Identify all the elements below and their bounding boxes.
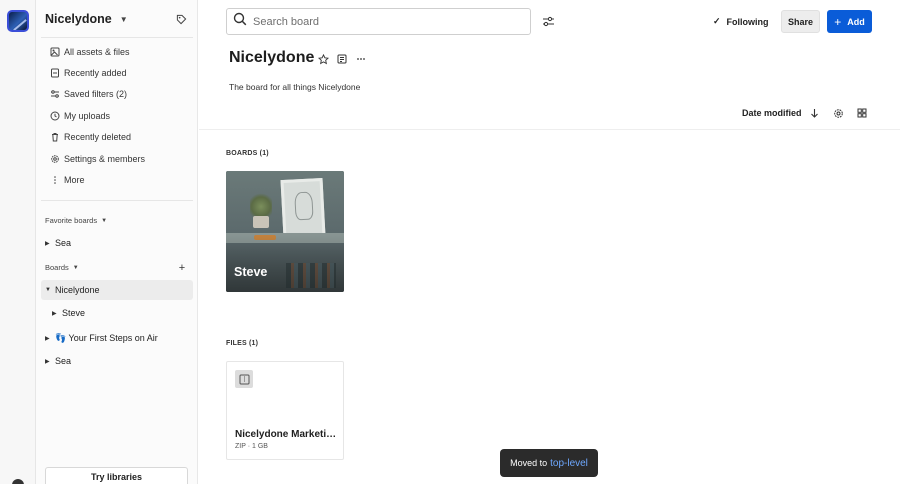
nav-my-uploads[interactable]: My uploads <box>41 106 193 126</box>
add-button[interactable]: + Add <box>827 10 872 33</box>
file-card[interactable]: Nicelydone Marketing Assets ZIP · 1 GB <box>226 361 344 460</box>
board-item-sea[interactable]: ▶ Sea <box>45 351 193 371</box>
help-icon[interactable] <box>12 479 24 484</box>
trash-icon <box>49 132 60 143</box>
add-label: Add <box>847 16 865 27</box>
content-divider <box>199 129 900 130</box>
search-icon <box>233 12 247 31</box>
recent-added-icon <box>49 68 60 79</box>
chevron-down-icon: ▼ <box>72 264 79 271</box>
favorite-boards-label: Favorite boards <box>45 216 98 225</box>
arrow-down-icon[interactable] <box>808 107 820 119</box>
sidebar-divider <box>41 37 193 38</box>
file-name: Nicelydone Marketing Assets <box>235 429 341 440</box>
filter-sliders-icon[interactable] <box>540 13 556 29</box>
sidebar-header[interactable]: Nicelydone ▼ <box>45 8 189 30</box>
workspace-logo[interactable] <box>7 10 29 32</box>
file-meta: ZIP · 1 GB <box>235 443 268 450</box>
try-libraries-button[interactable]: Try libraries <box>45 467 188 484</box>
tree-label: Sea <box>55 356 72 366</box>
tree-label: Sea <box>55 238 72 248</box>
caret-right-icon[interactable]: ▶ <box>45 240 55 247</box>
clock-icon <box>49 111 60 122</box>
nav-label: Settings & members <box>64 154 146 164</box>
sidebar: Nicelydone ▼ All assets & files Recently… <box>36 0 198 484</box>
star-icon[interactable] <box>317 53 329 65</box>
plus-icon: + <box>834 14 842 29</box>
tree-label: 👣 Your First Steps on Air <box>55 332 158 343</box>
nav-all-assets[interactable]: All assets & files <box>41 42 193 62</box>
nav-settings-members[interactable]: Settings & members <box>41 149 193 169</box>
search-bar[interactable] <box>226 8 531 35</box>
chevron-down-icon: ▼ <box>101 217 108 224</box>
nav-saved-filters[interactable]: Saved filters (2) <box>41 84 193 104</box>
board-item-steve[interactable]: ▶ Steve <box>52 303 193 323</box>
caret-right-icon[interactable]: ▶ <box>45 335 55 342</box>
following-button[interactable]: ✓ Following <box>713 10 769 33</box>
page-title: Nicelydone <box>229 49 315 66</box>
boards-section-header: BOARDS (1) <box>226 150 269 157</box>
checkmark-icon: ✓ <box>713 16 721 26</box>
caret-down-icon[interactable]: ▼ <box>45 287 55 293</box>
board-card-steve[interactable]: Steve <box>226 171 344 292</box>
sort-dropdown[interactable]: Date modified <box>742 108 802 118</box>
chevron-down-icon: ▼ <box>119 14 128 24</box>
board-item-first-steps[interactable]: ▶ 👣 Your First Steps on Air <box>45 328 193 348</box>
nav-label: Recently added <box>64 68 127 78</box>
board-card-title: Steve <box>234 265 268 279</box>
nav-label: Saved filters (2) <box>64 89 128 99</box>
search-input[interactable] <box>253 15 513 28</box>
toast-link[interactable]: top-level <box>550 458 588 469</box>
favorite-item-sea[interactable]: ▶ Sea <box>45 233 193 253</box>
nav-recently-added[interactable]: Recently added <box>41 63 193 83</box>
grid-view-icon[interactable] <box>856 107 868 119</box>
nav-label: More <box>64 175 85 185</box>
boards-label: Boards <box>45 263 69 272</box>
tag-icon[interactable] <box>173 11 189 27</box>
tree-label: Steve <box>62 308 86 318</box>
caret-right-icon[interactable]: ▶ <box>52 310 62 317</box>
more-horizontal-icon[interactable] <box>355 53 367 65</box>
board-description-icon[interactable] <box>336 53 348 65</box>
tree-label: Nicelydone <box>55 285 100 295</box>
board-item-nicelydone[interactable]: ▼ Nicelydone <box>41 280 193 300</box>
sidebar-divider <box>41 200 193 201</box>
nav-recently-deleted[interactable]: Recently deleted <box>41 127 193 147</box>
following-label: Following <box>726 16 769 27</box>
assets-icon <box>49 47 60 58</box>
saved-filters-icon <box>49 89 60 100</box>
nav-more[interactable]: More <box>41 170 193 190</box>
gear-icon <box>49 154 60 165</box>
workspace-name: Nicelydone <box>45 12 112 26</box>
more-vertical-icon <box>49 175 60 186</box>
files-section-header: FILES (1) <box>226 340 259 347</box>
favorite-boards-header[interactable]: Favorite boards ▼ <box>45 216 107 225</box>
add-board-icon[interactable]: + <box>176 262 188 274</box>
nav-label: My uploads <box>64 111 111 121</box>
boards-header[interactable]: Boards ▼ <box>45 263 79 272</box>
toast-text: Moved to <box>510 458 548 468</box>
caret-right-icon[interactable]: ▶ <box>45 358 55 365</box>
nav-label: All assets & files <box>64 47 130 57</box>
nav-label: Recently deleted <box>64 132 132 142</box>
zip-file-icon <box>235 370 253 388</box>
toast-notification: Moved to top-level <box>500 449 598 477</box>
board-description: The board for all things Nicelydone <box>229 82 361 92</box>
workspace-rail <box>0 0 36 484</box>
share-button[interactable]: Share <box>781 10 820 33</box>
settings-gear-icon[interactable] <box>832 107 844 119</box>
